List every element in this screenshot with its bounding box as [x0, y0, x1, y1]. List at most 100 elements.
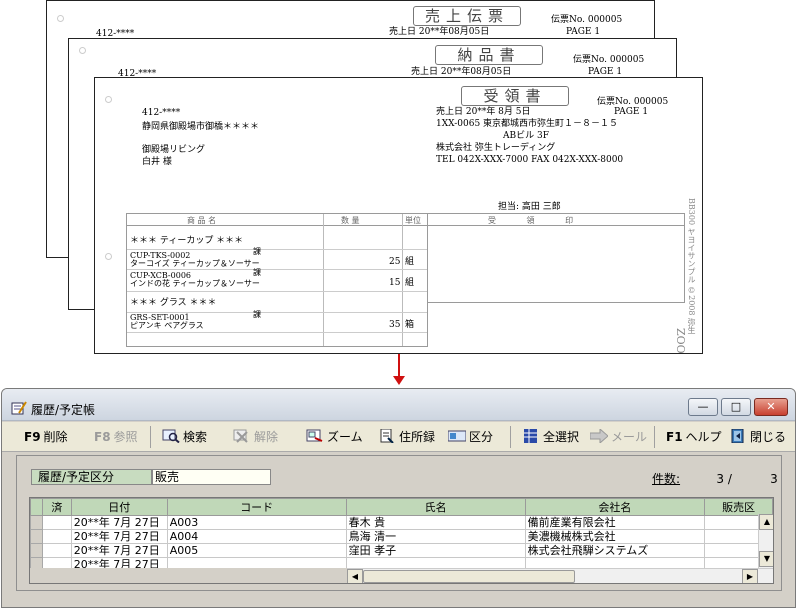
col-date[interactable]: 日付	[70, 498, 168, 516]
search-button[interactable]: 検索	[162, 428, 207, 446]
col-company[interactable]: 会社名	[524, 498, 706, 516]
address-book-button[interactable]: 住所録	[378, 428, 435, 446]
close-label: 閉じる	[750, 430, 787, 444]
sale-date: 売上日 20**年 8月 5日	[436, 107, 531, 117]
item-name: インドの花 ティーカップ＆ソーサー	[130, 279, 260, 288]
scroll-thumb[interactable]	[363, 570, 575, 583]
address-book-label: 住所録	[399, 430, 436, 444]
delivery-note-title: 納品書	[435, 45, 543, 65]
close-window-button[interactable]: ✕	[754, 398, 788, 416]
horizontal-scrollbar[interactable]: ◀ ▶	[347, 568, 773, 583]
mail-label: メール	[611, 430, 648, 444]
receipt-stamp-box: 受 領 印	[428, 213, 685, 303]
minimize-button[interactable]: —	[688, 398, 718, 416]
issuer-name: 株式会社 弥生トレーディング	[436, 143, 556, 153]
brand-logo: ZOO	[674, 328, 687, 354]
cell-name[interactable]: 窪田 孝子	[345, 543, 526, 558]
cell-name[interactable]: 春木 貴	[345, 515, 526, 530]
cell-code[interactable]: A003	[166, 515, 347, 530]
row-selector[interactable]	[30, 543, 43, 558]
cell-code[interactable]: A004	[166, 529, 347, 544]
receipt-sheet: 受領書 伝票No. 000005 412-**** 静岡県御殿場市御橋＊＊＊＊ …	[94, 77, 703, 354]
row-selector[interactable]	[30, 515, 43, 530]
sales-slip-title: 売上伝票	[413, 6, 521, 26]
notebook-pen-icon	[11, 401, 27, 415]
cell-date[interactable]: 20**年 7月 27日	[70, 515, 168, 530]
cell-done[interactable]	[41, 529, 72, 544]
address-book-icon	[380, 429, 394, 443]
cell-code[interactable]: A005	[166, 543, 347, 558]
customer-address: 静岡県御殿場市御橋＊＊＊＊	[142, 122, 260, 132]
scroll-down-icon[interactable]: ▼	[759, 551, 773, 567]
punch-hole	[105, 253, 112, 260]
cell-done[interactable]	[41, 543, 72, 558]
f9-key-label: F9	[24, 430, 41, 444]
content-panel: 履歴/予定区分 販売 件数: 3 / 3 済 日付 コード 氏名 会社名 販売区…	[16, 455, 782, 591]
reference-button[interactable]: F8 参照	[94, 428, 138, 446]
zoom-button[interactable]: ズーム	[306, 428, 363, 446]
maximize-button[interactable]: □	[721, 398, 751, 416]
col-done[interactable]: 済	[41, 498, 72, 516]
cell-name[interactable]: 鳥海 清一	[345, 529, 526, 544]
item-unit: 組	[405, 278, 415, 288]
cell-done[interactable]	[41, 515, 72, 530]
cell-date[interactable]: 20**年 7月 27日	[70, 543, 168, 558]
item-unit: 組	[405, 257, 415, 267]
down-arrow-head-icon	[393, 376, 405, 385]
issuer-address: 1XX-0065 東京都城西市弥生町１－８－１５	[436, 119, 619, 129]
close-icon: ✕	[766, 400, 776, 413]
f8-key-label: F8	[94, 430, 111, 444]
col-qty: 数 量	[341, 216, 360, 225]
form-side-note: BB300 ヤヨイサンプル ©2008 弥生	[687, 198, 696, 335]
search-label: 検索	[183, 430, 208, 444]
vertical-scrollbar[interactable]: ▲ ▼	[758, 514, 773, 568]
scroll-right-icon[interactable]: ▶	[742, 569, 758, 583]
cell-company[interactable]: 美濃機械株式会社	[524, 529, 706, 544]
close-button[interactable]: 閉じる	[729, 428, 786, 446]
zoom-icon	[306, 429, 323, 442]
customer-company: 御殿場リビング	[142, 145, 206, 155]
delete-button[interactable]: F9 削除	[24, 428, 68, 446]
release-label: 解除	[254, 430, 279, 444]
mail-button[interactable]: メール	[590, 428, 647, 446]
cell-company[interactable]: 備前産業有限会社	[524, 515, 706, 530]
cell-company[interactable]: 株式会社飛騨システムズ	[524, 543, 706, 558]
table-row[interactable]: 20**年 7月 27日 A005 窪田 孝子 株式会社飛騨システムズ	[30, 543, 773, 558]
item-qty: 25	[389, 257, 401, 267]
page-number: PAGE 1	[566, 27, 601, 37]
scroll-up-icon[interactable]: ▲	[759, 514, 773, 530]
receipt-title: 受領書	[461, 86, 569, 106]
release-button[interactable]: 解除	[233, 428, 278, 446]
scroll-left-icon[interactable]: ◀	[347, 569, 363, 583]
category-label: 履歴/予定区分	[31, 469, 152, 485]
items-header: 商 品 名 数 量 単位	[127, 214, 427, 226]
exit-door-icon	[731, 429, 744, 443]
col-name[interactable]: 氏名	[345, 498, 526, 516]
row-selector-header[interactable]	[30, 498, 43, 516]
table-row[interactable]: 20**年 7月 27日 A003 春木 貴 備前産業有限会社	[30, 515, 773, 530]
title-bar[interactable]: 履歴/予定帳 — □ ✕	[2, 389, 795, 421]
punch-hole	[57, 15, 64, 22]
division-button[interactable]: 区分	[448, 428, 493, 446]
cell-date[interactable]: 20**年 7月 27日	[70, 529, 168, 544]
category-value[interactable]: 販売	[152, 469, 271, 485]
row-selector[interactable]	[30, 529, 43, 544]
select-all-button[interactable]: 全選択	[522, 428, 579, 446]
help-button[interactable]: F1 ヘルプ	[666, 428, 722, 446]
reference-label: 参照	[113, 430, 138, 444]
tax-flag: 課	[253, 247, 261, 256]
minimize-icon: —	[697, 400, 709, 413]
group-heading: ＊＊＊ グラス ＊＊＊	[130, 298, 217, 308]
col-code[interactable]: コード	[166, 498, 347, 516]
count-selected: 3 /	[716, 472, 732, 486]
f1-key-label: F1	[666, 430, 683, 444]
col-unit: 単位	[405, 216, 421, 225]
release-filter-icon	[233, 429, 248, 443]
window-title: 履歴/予定帳	[31, 403, 96, 417]
col-sales[interactable]: 販売区	[704, 498, 773, 516]
item-name: ピアンキ ペアグラス	[130, 321, 204, 330]
table-row[interactable]: 20**年 7月 27日 A004 鳥海 清一 美濃機械株式会社	[30, 529, 773, 544]
page-number: PAGE 1	[614, 107, 649, 117]
sale-date: 売上日 20**年08月05日	[389, 27, 490, 37]
punch-hole	[79, 47, 86, 54]
